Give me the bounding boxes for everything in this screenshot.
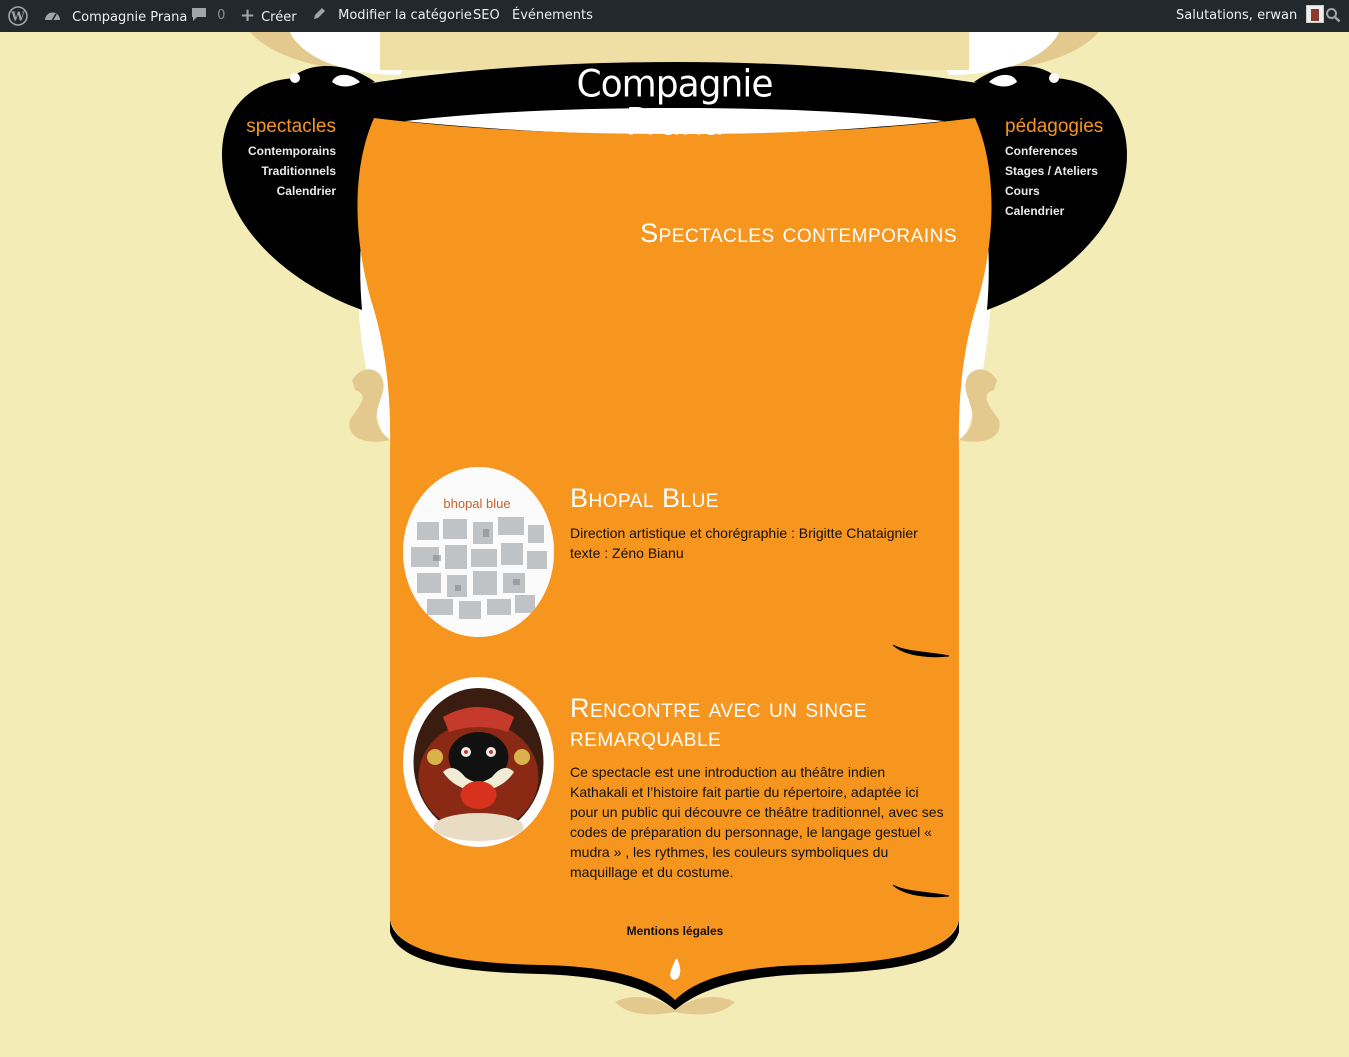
post-title-singe[interactable]: Rencontre avec un singe remarquable [570,694,940,752]
edit-category-label: Modifier la catégorie [338,8,472,23]
comments-count: 0 [217,8,226,23]
seo-menu[interactable]: SEO [473,0,500,32]
post-excerpt-line: Direction artistique et chorégraphie : B… [570,525,918,541]
plus-icon: + [240,5,256,26]
admin-bar: W Compagnie Prana 0 + Créer Modifier la c… [0,0,1349,32]
page-title: Spectacles contemporains [640,218,957,248]
nav-link-conferences[interactable]: Conferences [1005,141,1078,161]
wordpress-icon[interactable]: W [8,0,28,32]
bhopal-blue-image: bhopal blue [403,467,554,637]
site-logo[interactable]: Compagnie Prana [552,66,797,142]
post-thumbnail-bhopal-blue[interactable]: bhopal blue [403,467,554,637]
post-excerpt-singe: Ce spectacle est une introduction au thé… [570,764,944,880]
nav-link-cours[interactable]: Cours [1005,181,1040,201]
svg-text:W: W [10,9,25,23]
dashboard-icon [44,6,66,25]
account-menu[interactable]: Salutations, erwan [1176,0,1325,32]
nav-spectacles-title[interactable]: spectacles [246,116,336,138]
search-icon[interactable] [1325,0,1341,32]
comments-link[interactable]: 0 [191,0,225,32]
legal-notice-link[interactable]: Mentions légales [600,924,750,938]
kathakali-mask-image [408,683,549,841]
create-button[interactable]: + Créer [240,0,297,32]
events-menu[interactable]: Événements [512,0,593,32]
pencil-icon [312,8,330,23]
site-name-label: Compagnie Prana [72,10,188,25]
post-thumbnail-singe[interactable] [403,677,554,847]
greeting-label: Salutations, erwan [1176,8,1298,23]
comment-icon [191,7,211,23]
site-name-link[interactable]: Compagnie Prana [44,0,187,32]
nav-link-calendrier-pedagogies[interactable]: Calendrier [1005,201,1064,221]
post-title-bhopal-blue[interactable]: Bhopal Blue [570,484,940,513]
post-excerpt-line: texte : Zéno Bianu [570,545,684,561]
nav-link-contemporains[interactable]: Contemporains [248,141,336,161]
bhopal-blue-caption: bhopal blue [443,496,510,511]
nav-pedagogies-title[interactable]: pédagogies [1005,116,1103,138]
nav-link-stages-ateliers[interactable]: Stages / Ateliers [1005,161,1098,181]
nav-link-traditionnels[interactable]: Traditionnels [261,161,336,181]
create-label: Créer [261,10,297,25]
nav-link-calendrier-spectacles[interactable]: Calendrier [277,181,336,201]
avatar [1306,5,1325,23]
edit-category-button[interactable]: Modifier la catégorie [312,0,472,32]
post-excerpt-bhopal-blue: Direction artistique et chorégraphie : B… [570,523,945,563]
